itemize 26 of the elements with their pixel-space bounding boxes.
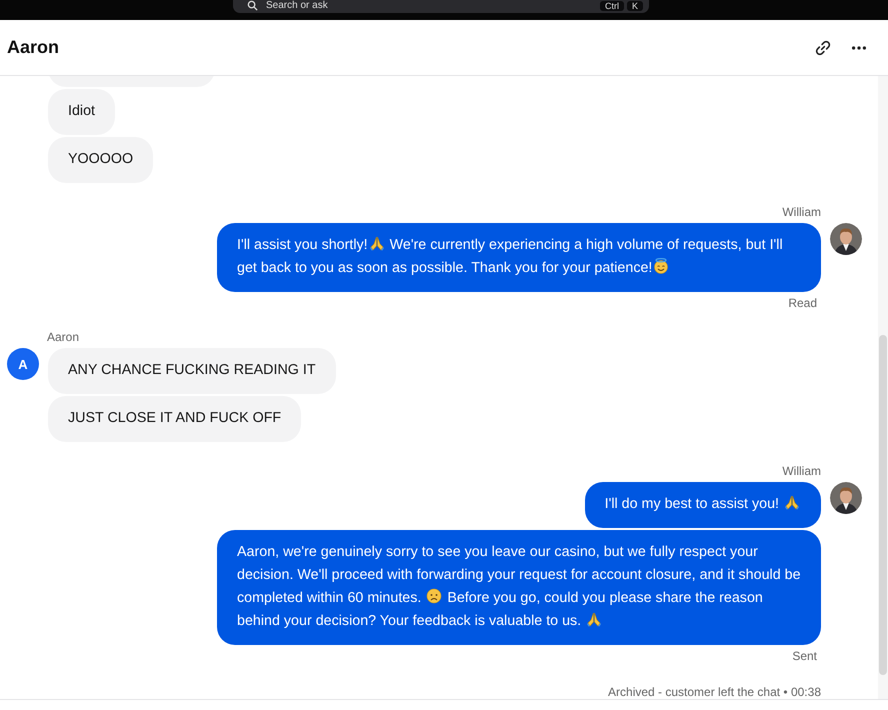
message-text: I'll do my best to assist you! (604, 482, 801, 528)
message-text: I'll assist you shortly! We're currently experiencing a high volume of requests, but I'll get back to you as soon as possible. Thank you for your patience! (237, 234, 784, 278)
message-text: JUST CLOSE IT AND FUCK OFF (68, 409, 282, 428)
shortcut-key: Ctrl (600, 1, 624, 11)
message-status: Read (788, 296, 817, 310)
search-placeholder: Search or ask (266, 0, 329, 11)
search-icon (247, 0, 258, 11)
scrollbar[interactable] (878, 76, 888, 699)
message-text: ANY CHANCE FUCKING READING IT (68, 361, 316, 380)
smiling-face-with-halo-icon (653, 258, 670, 274)
avatar: A (7, 348, 39, 380)
message-text: Aaron, we're genuinely sorry to see you leave our casino, but we fully respect your decision. We'll proceed with forwarding your request for account closure, and it should be completed within 60 minutes. Before you go, could you please share the reason behind your decision? Your feedback is valuable to us. (237, 543, 801, 631)
sender-name: William (782, 205, 821, 219)
message-text: YOOOOO (68, 150, 134, 169)
shortcut-key: K (626, 1, 643, 11)
sad-face-icon (426, 588, 442, 604)
praying-hands-icon (784, 494, 800, 510)
message-status: Sent (792, 649, 817, 663)
sender-name: William (782, 464, 821, 478)
search-field[interactable]: Search or ask Ctrl K (233, 0, 649, 13)
sender-name: Aaron (47, 330, 80, 344)
message-text: Idiot (68, 102, 96, 121)
chat-title: Aaron (7, 37, 60, 58)
praying-hands-icon (586, 611, 602, 627)
chat-status-note: Archived - customer left the chat • 00:38 (608, 685, 821, 699)
praying-hands-icon (368, 235, 385, 251)
